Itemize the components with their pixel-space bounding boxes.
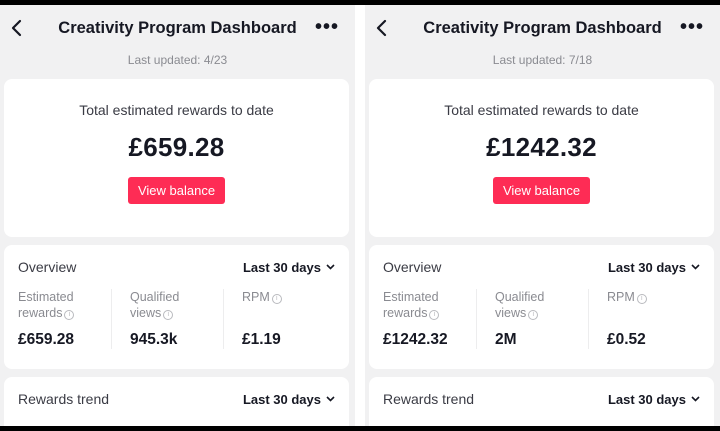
metric-label-line1: RPM (607, 290, 635, 304)
metric-label-line1: Qualified (130, 290, 180, 304)
rewards-trend-card: Rewards trend Last 30 days (4, 377, 349, 426)
metric-label-line1: RPM (242, 290, 270, 304)
trend-range-label: Last 30 days (242, 391, 321, 407)
info-icon[interactable]: i (636, 294, 647, 304)
rewards-card: Total estimated rewards to date £1242.32… (369, 79, 714, 237)
metric-value: £1.19 (242, 331, 281, 348)
trend-range-label: Last 30 days (607, 391, 686, 407)
view-balance-button[interactable]: View balance (127, 177, 226, 204)
rewards-amount: £1242.32 (486, 132, 597, 162)
metric-value: 2M (495, 331, 517, 348)
metric-rpm: RPM i £1.19 (223, 289, 335, 349)
overview-card: Overview Last 30 days Estimated rewards i … (369, 245, 714, 369)
rewards-trend-heading: Rewards trend (383, 391, 475, 407)
rewards-amount: £659.28 (128, 132, 225, 162)
dashboard-screen-right: Creativity Program Dashboard ••• Last up… (365, 5, 720, 426)
trend-range-dropdown[interactable]: Last 30 days (243, 392, 335, 407)
metric-label-line1: Qualified (495, 290, 545, 304)
metric-label-line2: rewards (383, 306, 428, 320)
metric-value: 945.3k (130, 331, 178, 348)
last-updated-text: Last updated: 4/23 (127, 53, 228, 67)
info-icon[interactable]: i (528, 310, 539, 320)
range-label: Last 30 days (242, 259, 321, 275)
page-title: Creativity Program Dashboard (423, 19, 662, 37)
chevron-down-icon (326, 264, 335, 270)
dashboard-screen-left: Creativity Program Dashboard ••• Last up… (0, 5, 355, 426)
chevron-down-icon (691, 396, 700, 402)
range-label: Last 30 days (607, 259, 686, 275)
last-updated-text: Last updated: 7/18 (492, 53, 593, 67)
metric-label-line2: views (495, 306, 527, 320)
overview-card: Overview Last 30 days Estimated rewards i … (4, 245, 349, 369)
rewards-label: Total estimated rewards to date (79, 102, 274, 118)
chevron-down-icon (691, 264, 700, 270)
page-title: Creativity Program Dashboard (58, 19, 297, 37)
range-dropdown[interactable]: Last 30 days (243, 260, 335, 275)
more-dots-icon[interactable]: ••• (315, 17, 339, 37)
nav-bar: Creativity Program Dashboard ••• (365, 5, 720, 51)
rewards-card: Total estimated rewards to date £659.28 … (4, 79, 349, 237)
info-icon[interactable]: i (271, 294, 282, 304)
nav-bar: Creativity Program Dashboard ••• (0, 5, 355, 51)
view-balance-button[interactable]: View balance (492, 177, 591, 204)
metric-value: £1242.32 (383, 331, 448, 348)
info-icon[interactable]: i (64, 310, 75, 320)
rewards-label: Total estimated rewards to date (444, 102, 639, 118)
metric-estimated-rewards: Estimated rewards i £659.28 (18, 289, 111, 349)
metric-value: £0.52 (607, 331, 646, 348)
info-icon[interactable]: i (429, 310, 440, 320)
metric-estimated-rewards: Estimated rewards i £1242.32 (383, 289, 476, 349)
rewards-trend-heading: Rewards trend (18, 391, 110, 407)
range-dropdown[interactable]: Last 30 days (608, 260, 700, 275)
overview-heading: Overview (18, 259, 77, 275)
metric-qualified-views: Qualified views i 2M (476, 289, 588, 349)
metric-label-line2: views (130, 306, 162, 320)
screen-divider (355, 5, 365, 426)
metric-value: £659.28 (18, 331, 75, 348)
overview-heading: Overview (383, 259, 442, 275)
metric-qualified-views: Qualified views i 945.3k (111, 289, 223, 349)
trend-range-dropdown[interactable]: Last 30 days (608, 392, 700, 407)
metric-label-line1: Estimated (383, 290, 439, 304)
metric-label-line1: Estimated (18, 290, 74, 304)
info-icon[interactable]: i (163, 310, 174, 320)
screens-container: Creativity Program Dashboard ••• Last up… (0, 0, 720, 431)
more-dots-icon[interactable]: ••• (680, 17, 704, 37)
metric-label-line2: rewards (18, 306, 63, 320)
metric-rpm: RPM i £0.52 (588, 289, 700, 349)
rewards-trend-card: Rewards trend Last 30 days (369, 377, 714, 426)
chevron-down-icon (326, 396, 335, 402)
